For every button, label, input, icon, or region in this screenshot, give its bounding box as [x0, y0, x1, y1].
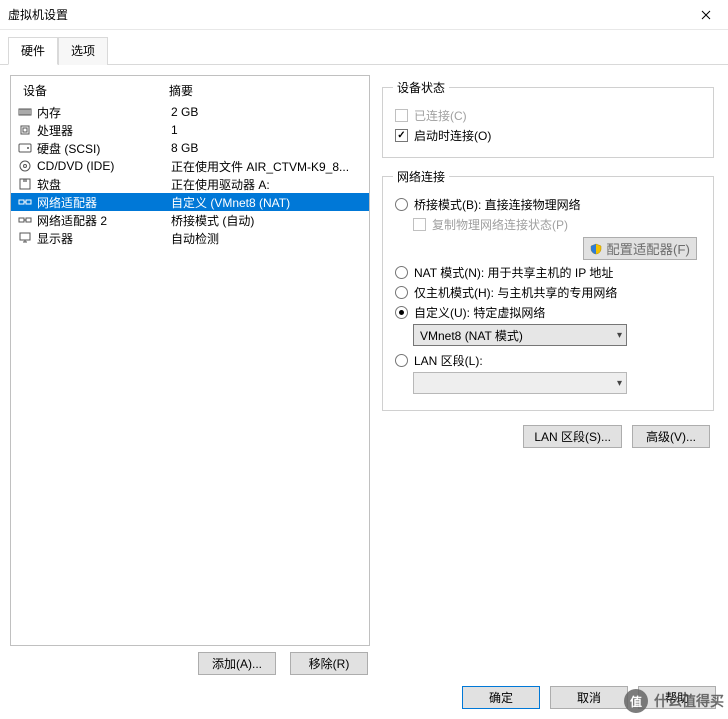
device-summary: 8 GB: [171, 141, 367, 155]
advanced-button[interactable]: 高级(V)...: [632, 425, 710, 448]
device-row[interactable]: 软盘正在使用驱动器 A:: [11, 175, 369, 193]
radio-icon: [395, 266, 408, 279]
add-button[interactable]: 添加(A)...: [198, 652, 276, 675]
replicate-label: 复制物理网络连接状态(P): [432, 216, 568, 233]
watermark-text: 什么值得买: [654, 691, 724, 711]
device-row[interactable]: 显示器自动检测: [11, 229, 369, 247]
connect-poweron-row[interactable]: 启动时连接(O): [393, 127, 703, 144]
device-name: CD/DVD (IDE): [37, 159, 171, 173]
shield-icon: [590, 243, 602, 255]
custom-network-value: VMnet8 (NAT 模式): [420, 327, 523, 344]
replicate-row: 复制物理网络连接状态(P): [411, 216, 703, 233]
floppy-icon: [17, 177, 33, 191]
cd-icon: [17, 159, 33, 173]
watermark-icon: 值: [624, 689, 648, 713]
device-row[interactable]: 内存2 GB: [11, 103, 369, 121]
radio-icon: [395, 354, 408, 367]
checkbox-icon: [395, 109, 408, 122]
device-summary: 2 GB: [171, 105, 367, 119]
device-list-header: 设备 摘要: [11, 78, 369, 103]
remove-button[interactable]: 移除(R): [290, 652, 368, 675]
checkbox-icon: [413, 218, 426, 231]
right-button-row: LAN 区段(S)... 高级(V)...: [382, 421, 714, 448]
lanseg-combo: ▾: [413, 372, 627, 394]
memory-icon: [17, 105, 33, 119]
lan-segments-button[interactable]: LAN 区段(S)...: [523, 425, 622, 448]
network-connection-legend: 网络连接: [393, 168, 449, 185]
device-summary: 自动检测: [171, 230, 367, 247]
header-device: 设备: [17, 82, 169, 99]
cancel-button[interactable]: 取消: [550, 686, 628, 709]
connected-label: 已连接(C): [414, 107, 467, 124]
device-summary: 正在使用驱动器 A:: [171, 176, 367, 193]
lanseg-label: LAN 区段(L):: [414, 352, 483, 369]
right-panel: 设备状态 已连接(C) 启动时连接(O) 网络连接 桥接模式(B): 直接连接物…: [382, 75, 718, 675]
tab-options[interactable]: 选项: [58, 37, 108, 65]
device-row[interactable]: CD/DVD (IDE)正在使用文件 AIR_CTVM-K9_8...: [11, 157, 369, 175]
display-icon: [17, 231, 33, 245]
chevron-down-icon: ▾: [617, 378, 622, 389]
device-summary: 正在使用文件 AIR_CTVM-K9_8...: [171, 158, 367, 175]
device-summary: 1: [171, 123, 367, 137]
configure-adapter-row: 配置适配器(F): [393, 237, 697, 260]
hostonly-row[interactable]: 仅主机模式(H): 与主机共享的专用网络: [393, 284, 703, 301]
connect-poweron-label: 启动时连接(O): [414, 127, 491, 144]
nat-row[interactable]: NAT 模式(N): 用于共享主机的 IP 地址: [393, 264, 703, 281]
configure-adapter-label: 配置适配器(F): [606, 239, 690, 258]
content-area: 设备 摘要 内存2 GB处理器1硬盘 (SCSI)8 GBCD/DVD (IDE…: [0, 65, 728, 675]
device-name: 处理器: [37, 122, 171, 139]
device-name: 显示器: [37, 230, 171, 247]
watermark: 值 什么值得买: [624, 689, 724, 713]
device-row[interactable]: 网络适配器 2桥接模式 (自动): [11, 211, 369, 229]
disk-icon: [17, 141, 33, 155]
connected-row[interactable]: 已连接(C): [393, 107, 703, 124]
lanseg-row[interactable]: LAN 区段(L):: [393, 352, 703, 369]
device-name: 软盘: [37, 176, 171, 193]
hostonly-label: 仅主机模式(H): 与主机共享的专用网络: [414, 284, 617, 301]
custom-row[interactable]: 自定义(U): 特定虚拟网络: [393, 304, 703, 321]
cpu-icon: [17, 123, 33, 137]
device-status-legend: 设备状态: [393, 79, 449, 96]
left-button-row: 添加(A)... 移除(R): [10, 646, 370, 675]
configure-adapter-button[interactable]: 配置适配器(F): [583, 237, 697, 260]
window-title: 虚拟机设置: [8, 6, 68, 23]
close-button[interactable]: [683, 0, 728, 30]
tab-hardware[interactable]: 硬件: [8, 37, 58, 65]
nat-label: NAT 模式(N): 用于共享主机的 IP 地址: [414, 264, 613, 281]
device-status-group: 设备状态 已连接(C) 启动时连接(O): [382, 79, 714, 158]
radio-icon: [395, 198, 408, 211]
device-row[interactable]: 硬盘 (SCSI)8 GB: [11, 139, 369, 157]
tabs-bar: 硬件 选项: [0, 30, 728, 65]
left-column: 设备 摘要 内存2 GB处理器1硬盘 (SCSI)8 GBCD/DVD (IDE…: [10, 75, 370, 675]
radio-icon: [395, 306, 408, 319]
device-name: 内存: [37, 104, 171, 121]
header-summary: 摘要: [169, 82, 363, 99]
network-connection-group: 网络连接 桥接模式(B): 直接连接物理网络 复制物理网络连接状态(P) 配置适…: [382, 168, 714, 411]
titlebar: 虚拟机设置: [0, 0, 728, 30]
close-icon: [701, 10, 711, 20]
checkbox-icon: [395, 129, 408, 142]
device-panel: 设备 摘要 内存2 GB处理器1硬盘 (SCSI)8 GBCD/DVD (IDE…: [10, 75, 370, 646]
radio-icon: [395, 286, 408, 299]
net-icon: [17, 195, 33, 209]
device-name: 网络适配器: [37, 194, 171, 211]
bridged-label: 桥接模式(B): 直接连接物理网络: [414, 196, 581, 213]
device-summary: 桥接模式 (自动): [171, 212, 367, 229]
net-icon: [17, 213, 33, 227]
custom-network-combo[interactable]: VMnet8 (NAT 模式) ▾: [413, 324, 627, 346]
device-name: 硬盘 (SCSI): [37, 140, 171, 157]
bridged-row[interactable]: 桥接模式(B): 直接连接物理网络: [393, 196, 703, 213]
device-row[interactable]: 网络适配器自定义 (VMnet8 (NAT): [11, 193, 369, 211]
device-list[interactable]: 内存2 GB处理器1硬盘 (SCSI)8 GBCD/DVD (IDE)正在使用文…: [11, 103, 369, 645]
ok-button[interactable]: 确定: [462, 686, 540, 709]
device-name: 网络适配器 2: [37, 212, 171, 229]
custom-label: 自定义(U): 特定虚拟网络: [414, 304, 545, 321]
device-summary: 自定义 (VMnet8 (NAT): [171, 194, 367, 211]
device-row[interactable]: 处理器1: [11, 121, 369, 139]
chevron-down-icon: ▾: [617, 330, 622, 341]
